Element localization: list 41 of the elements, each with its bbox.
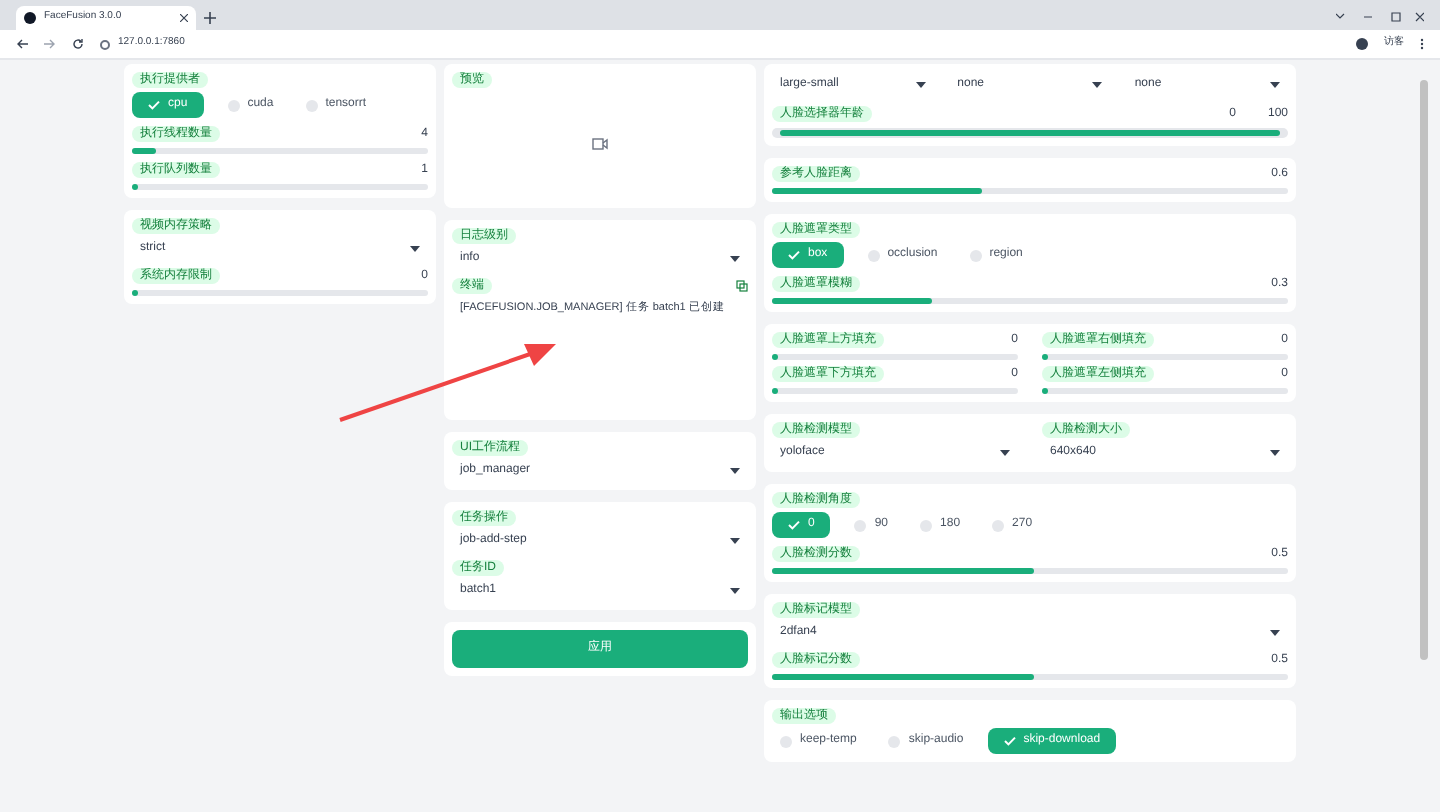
check-icon — [788, 520, 800, 530]
checkbox-icon — [305, 99, 318, 111]
caret-icon — [730, 256, 740, 262]
slider-track[interactable] — [772, 188, 1288, 194]
caret-icon — [730, 588, 740, 594]
checkbox-icon — [969, 249, 982, 261]
caret-icon — [1269, 82, 1280, 88]
caret-icon — [730, 538, 740, 544]
back-icon[interactable] — [16, 38, 28, 50]
site-icon — [24, 12, 36, 24]
slider-track[interactable] — [772, 674, 1288, 680]
checkbox-icon — [867, 249, 880, 261]
caret-icon — [730, 468, 740, 474]
checkbox-icon — [227, 99, 240, 111]
scrollbar[interactable] — [1420, 80, 1428, 660]
forward-icon[interactable] — [44, 38, 56, 50]
check-icon — [788, 250, 800, 260]
caret-icon — [1270, 450, 1280, 456]
caret-icon — [1270, 630, 1280, 636]
caret-icon — [1092, 82, 1103, 88]
window-controls-icon[interactable] — [1336, 12, 1424, 22]
checkbox-icon — [780, 735, 792, 747]
check-icon — [148, 100, 160, 110]
check-icon — [1003, 736, 1016, 746]
caret-icon — [1000, 450, 1010, 456]
slider-track[interactable] — [772, 128, 1288, 138]
new-tab-icon[interactable] — [204, 12, 216, 24]
caret-icon — [915, 82, 926, 88]
checkbox-icon — [854, 519, 867, 531]
close-icon[interactable] — [180, 14, 188, 22]
checkbox-icon — [888, 735, 901, 747]
copy-icon[interactable] — [736, 280, 748, 292]
info-icon — [100, 39, 110, 49]
caret-icon — [410, 246, 420, 252]
checkbox-icon — [992, 519, 1005, 531]
checkbox-icon — [920, 519, 933, 531]
slider-track[interactable] — [772, 298, 1288, 304]
video-icon — [592, 138, 608, 150]
reload-icon[interactable] — [72, 38, 84, 50]
profile-icon[interactable] — [1356, 38, 1368, 50]
slider-track[interactable] — [772, 568, 1288, 574]
